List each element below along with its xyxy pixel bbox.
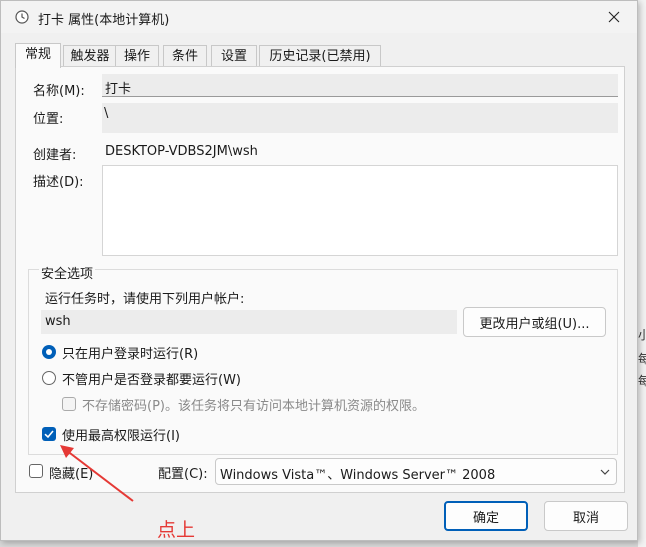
name-value: 打卡	[105, 82, 132, 97]
name-label: 名称(M):	[33, 84, 85, 99]
highest-privileges-label[interactable]: 使用最高权限运行(I)	[62, 425, 180, 444]
security-group-label: 安全选项	[39, 263, 96, 282]
annotation-text: 点上	[157, 519, 196, 541]
tab-conditions[interactable]: 条件	[163, 45, 207, 67]
tab-actions[interactable]: 操作	[115, 45, 159, 67]
window-title: 打卡 属性(本地计算机)	[38, 13, 170, 28]
cancel-button[interactable]: 取消	[544, 501, 628, 531]
description-label: 描述(D):	[33, 175, 84, 190]
no-store-password-label: 不存储密码(P)。该任务将只有访问本地计算机资源的权限。	[82, 399, 425, 414]
checkmark-icon	[44, 430, 54, 439]
chevron-down-icon	[600, 469, 610, 475]
configure-label: 配置(C):	[158, 467, 208, 482]
highest-privileges-checkbox[interactable]	[42, 427, 56, 441]
background-text-right-2: 每	[638, 352, 646, 366]
no-store-password-checkbox	[62, 397, 76, 411]
run-as-prompt: 运行任务时，请使用下列用户帐户:	[45, 292, 245, 307]
hidden-label[interactable]: 隐藏(E)	[49, 463, 93, 482]
radio-run-whether-logged-on-label[interactable]: 不管用户是否登录都要运行(W)	[62, 369, 241, 388]
description-textarea[interactable]	[102, 165, 618, 256]
hidden-checkbox[interactable]	[29, 464, 43, 478]
clock-icon	[15, 10, 29, 24]
ok-button[interactable]: 确定	[444, 501, 528, 531]
close-button[interactable]	[591, 1, 637, 33]
location-value: \	[104, 106, 109, 121]
radio-run-whether-logged-on[interactable]	[42, 371, 56, 385]
location-field: \	[102, 103, 618, 133]
background-text-right-3: 每	[638, 374, 646, 388]
radio-run-when-logged-on[interactable]	[42, 345, 56, 359]
author-value: DESKTOP-VDBS2JM\wsh	[105, 144, 258, 159]
user-account-value: wsh	[45, 314, 71, 329]
author-label: 创建者:	[33, 148, 77, 163]
title-bar: 打卡 属性(本地计算机)	[1, 1, 637, 33]
tab-settings[interactable]: 设置	[211, 45, 257, 67]
configure-select[interactable]: Windows Vista™、Windows Server™ 2008	[215, 458, 617, 485]
tab-history[interactable]: 历史记录(已禁用)	[259, 45, 381, 67]
task-properties-dialog: 打卡 属性(本地计算机) 常规 触发器 操作 条件 设置 历史记录(已禁用) 名…	[0, 0, 638, 541]
background-text-right-1: 小	[638, 328, 646, 342]
change-user-button[interactable]: 更改用户或组(U)...	[463, 307, 606, 337]
close-icon	[608, 11, 620, 23]
tab-general[interactable]: 常规	[15, 43, 61, 68]
tab-triggers[interactable]: 触发器	[63, 45, 117, 67]
background-window-right	[638, 0, 646, 547]
location-label: 位置:	[33, 112, 64, 127]
configure-value: Windows Vista™、Windows Server™ 2008	[220, 468, 496, 483]
name-field[interactable]: 打卡	[102, 74, 618, 97]
general-panel: 名称(M): 打卡 位置: \ 创建者: DESKTOP-VDBS2JM\wsh…	[15, 66, 625, 493]
user-account-field: wsh	[41, 310, 457, 334]
radio-run-when-logged-on-label[interactable]: 只在用户登录时运行(R)	[62, 343, 198, 362]
